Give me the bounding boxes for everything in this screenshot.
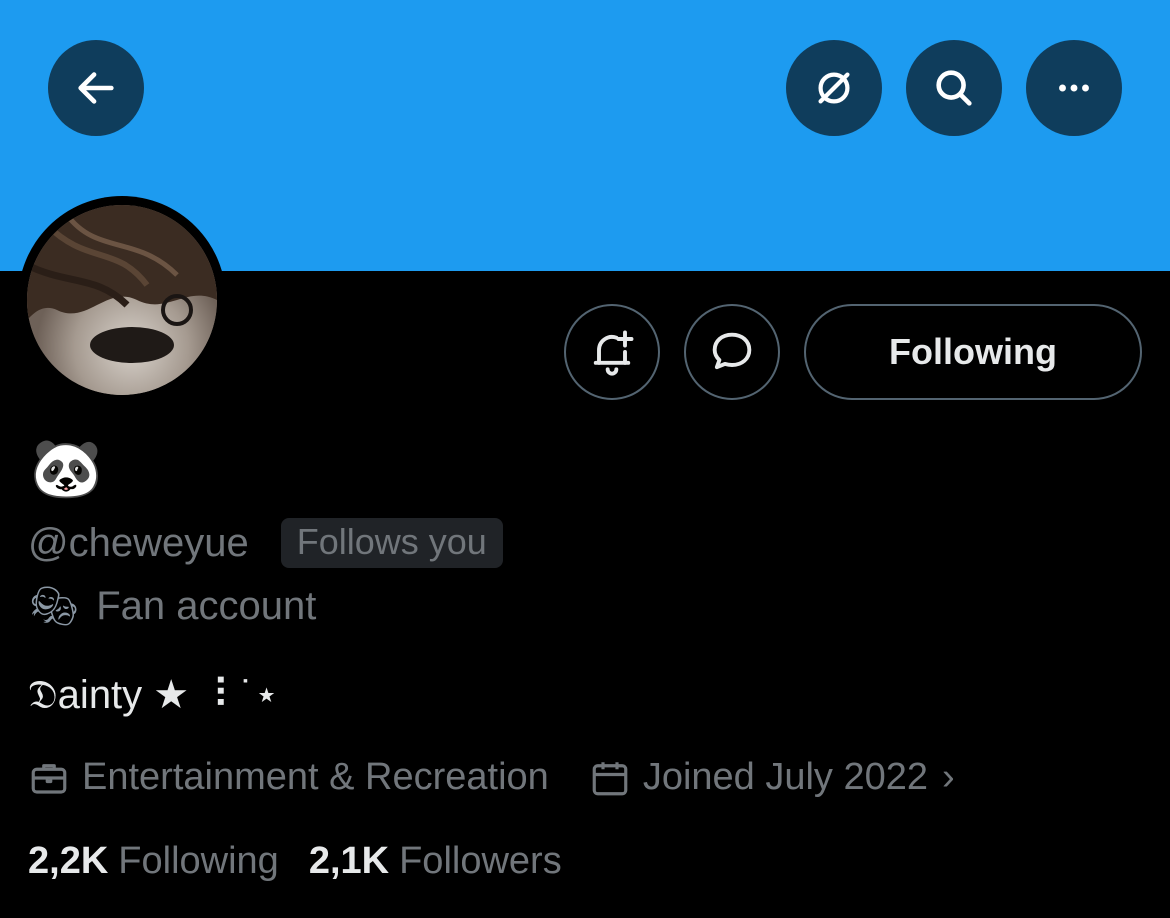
following-stat[interactable]: 2,2K Following xyxy=(28,840,279,883)
back-button[interactable] xyxy=(48,40,144,136)
joined-date[interactable]: Joined July 2022 › xyxy=(589,756,955,799)
follows-you-badge: Follows you xyxy=(280,518,503,568)
joined-label: Joined July 2022 xyxy=(642,756,929,798)
followers-stat[interactable]: 2,1K Followers xyxy=(309,840,562,883)
grok-button[interactable] xyxy=(786,40,882,136)
bio: 𝔇ainty ★ ⠸ ˙⋆ xyxy=(28,673,280,717)
mask-icon: 🎭︎ xyxy=(30,585,79,628)
more-button[interactable] xyxy=(1026,40,1122,136)
avatar-image xyxy=(27,205,217,395)
message-bubble-icon xyxy=(712,332,752,370)
notifications-button[interactable] xyxy=(564,304,660,400)
avatar-ring xyxy=(18,196,226,404)
followers-stat-label: Followers xyxy=(399,840,562,882)
following-stat-label: Following xyxy=(118,840,279,882)
following-count: 2,2K xyxy=(28,840,109,882)
calendar-icon xyxy=(592,761,628,795)
following-button-label: Following xyxy=(889,331,1057,372)
professional-category-label: Entertainment & Recreation xyxy=(82,756,549,798)
arrow-left-icon xyxy=(78,72,114,104)
professional-category: Entertainment & Recreation xyxy=(28,756,549,799)
category-label: Fan account xyxy=(96,584,317,628)
profile-meta: Entertainment & Recreation Joined July 2… xyxy=(28,756,995,799)
following-button[interactable]: Following xyxy=(804,304,1142,400)
search-button[interactable] xyxy=(906,40,1002,136)
handle-row: @cheweyue Follows you xyxy=(28,518,503,568)
message-button[interactable] xyxy=(684,304,780,400)
bell-plus-icon xyxy=(593,330,634,376)
search-icon xyxy=(936,70,972,106)
grok-icon xyxy=(818,72,850,104)
briefcase-icon xyxy=(31,763,67,794)
handle: @cheweyue xyxy=(28,520,249,565)
chevron-right-icon: › xyxy=(942,756,955,798)
display-name: 🐼 xyxy=(30,436,103,501)
account-category: 🎭︎ Fan account xyxy=(30,584,316,629)
follow-stats: 2,2K Following 2,1K Followers xyxy=(28,840,592,883)
followers-count: 2,1K xyxy=(308,840,390,882)
avatar[interactable] xyxy=(27,205,217,395)
more-horizontal-icon xyxy=(1059,84,1089,92)
